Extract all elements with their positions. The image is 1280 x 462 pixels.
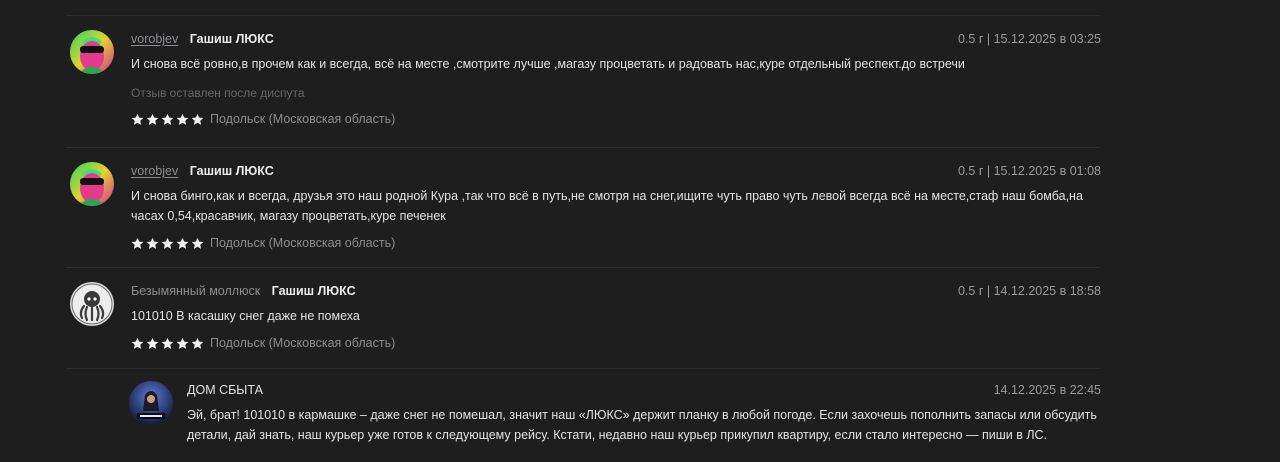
review-author-link[interactable]: vorobjev bbox=[131, 32, 178, 46]
reply-meta: 14.12.2025 в 22:45 bbox=[993, 383, 1101, 397]
divider bbox=[66, 368, 1100, 369]
reviews-feed: vorobjev Гашиш ЛЮКС 0.5 г | 15.12.2025 в… bbox=[0, 0, 1280, 462]
star-icon bbox=[176, 113, 189, 125]
star-icon bbox=[176, 337, 189, 349]
divider bbox=[66, 15, 1100, 16]
review-dispute-note: Отзыв оставлен после диспута bbox=[131, 86, 305, 100]
shop-avatar[interactable] bbox=[129, 381, 173, 425]
review-text: И снова бинго,как и всегда, друзья это н… bbox=[131, 189, 1087, 223]
review-meta: 0.5 г | 15.12.2025 в 01:08 bbox=[957, 164, 1101, 178]
user-avatar[interactable] bbox=[70, 282, 114, 326]
star-rating bbox=[131, 113, 204, 126]
star-icon bbox=[191, 337, 204, 349]
review-product: Гашиш ЛЮКС bbox=[189, 32, 274, 46]
review-author-link[interactable]: vorobjev bbox=[131, 164, 178, 178]
star-icon bbox=[146, 113, 159, 125]
review-text: 101010 В касашку снег даже не помеха bbox=[131, 309, 360, 323]
star-icon bbox=[161, 113, 174, 125]
star-icon bbox=[131, 337, 144, 349]
review-product: Гашиш ЛЮКС bbox=[271, 284, 356, 298]
divider bbox=[66, 267, 1100, 268]
star-icon bbox=[161, 337, 174, 349]
star-icon bbox=[146, 337, 159, 349]
review-meta: 0.5 г | 14.12.2025 в 18:58 bbox=[957, 284, 1101, 298]
review-location: Подольск (Московская область) bbox=[210, 336, 396, 350]
star-icon bbox=[146, 237, 159, 249]
reply-text: Эй, брат! 101010 в кармашке – даже снег … bbox=[187, 408, 1101, 442]
user-avatar[interactable] bbox=[70, 162, 114, 206]
reply-author: ДОМ СБЫТА bbox=[187, 383, 263, 397]
star-icon bbox=[191, 113, 204, 125]
review-author-link[interactable]: Безымянный моллюск bbox=[131, 284, 260, 298]
review-text: И снова всё ровно,в прочем как и всегда,… bbox=[131, 57, 965, 71]
star-rating bbox=[131, 337, 204, 350]
star-icon bbox=[131, 113, 144, 125]
review-meta: 0.5 г | 15.12.2025 в 03:25 bbox=[957, 32, 1101, 46]
review-location: Подольск (Московская область) bbox=[210, 236, 396, 250]
review-product: Гашиш ЛЮКС bbox=[189, 164, 274, 178]
star-rating bbox=[131, 237, 204, 250]
star-icon bbox=[191, 237, 204, 249]
divider bbox=[66, 147, 1100, 148]
review-location: Подольск (Московская область) bbox=[210, 112, 396, 126]
star-icon bbox=[131, 237, 144, 249]
star-icon bbox=[161, 237, 174, 249]
star-icon bbox=[176, 237, 189, 249]
user-avatar[interactable] bbox=[70, 30, 114, 74]
